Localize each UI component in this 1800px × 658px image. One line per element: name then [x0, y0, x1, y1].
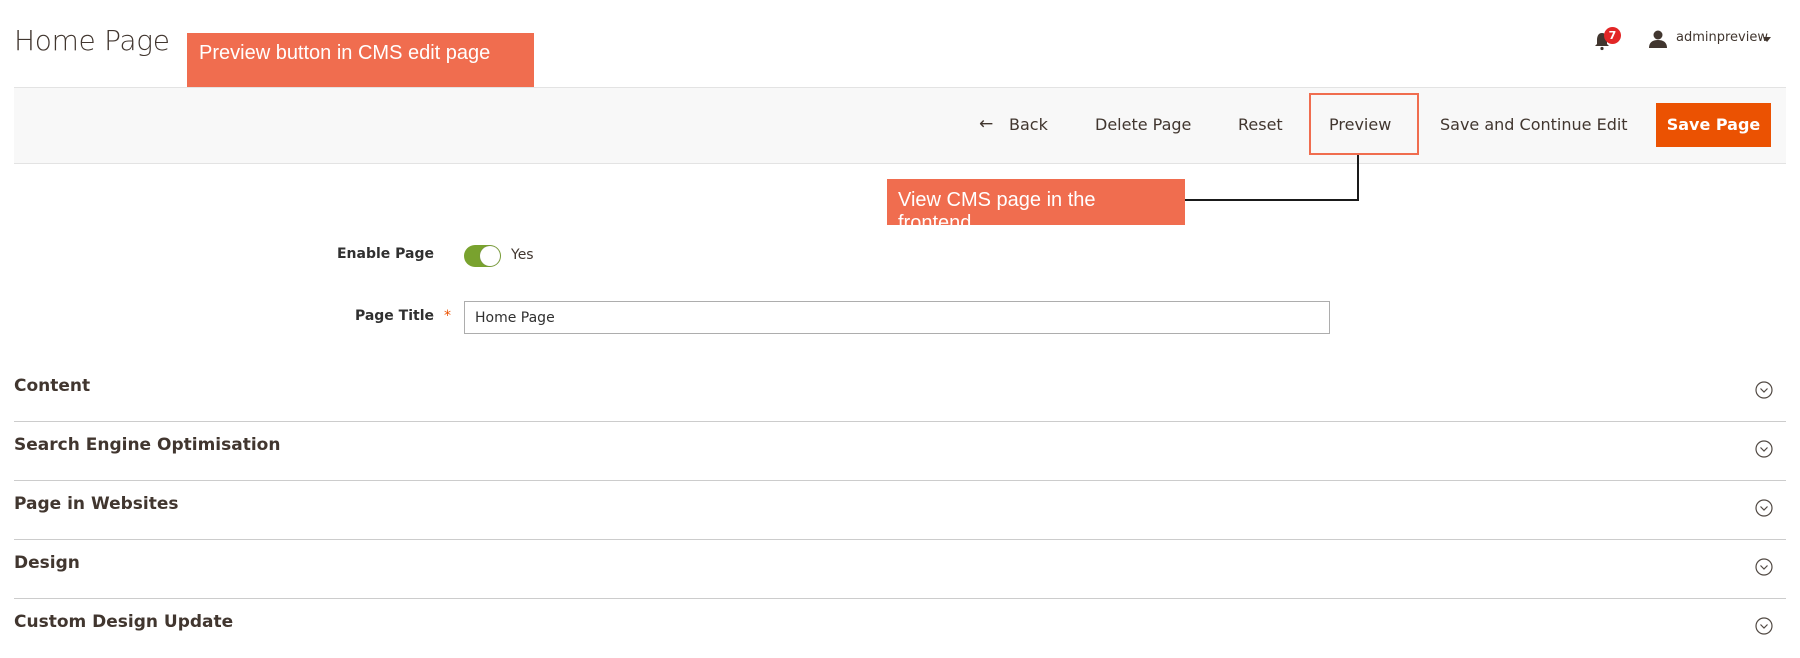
- save-page-button[interactable]: Save Page: [1656, 103, 1771, 147]
- reset-button[interactable]: Reset: [1238, 115, 1283, 134]
- preview-button[interactable]: Preview: [1329, 115, 1391, 134]
- section-title[interactable]: Custom Design Update: [14, 612, 233, 632]
- expand-chevron-icon[interactable]: [1755, 617, 1773, 635]
- page-title-label: Page Title: [354, 308, 434, 324]
- required-asterisk: *: [444, 308, 451, 324]
- delete-page-button[interactable]: Delete Page: [1095, 115, 1191, 134]
- collapsible-section[interactable]: Custom Design Update: [14, 599, 1786, 658]
- annotation-callout-top: Preview button in CMS edit page: [187, 33, 534, 95]
- chevron-down-icon[interactable]: [1763, 37, 1771, 42]
- expand-chevron-icon[interactable]: [1755, 558, 1773, 576]
- enable-page-toggle[interactable]: [464, 245, 501, 267]
- annotation-callout-preview: View CMS page in the frontend: [887, 179, 1185, 234]
- save-and-continue-button[interactable]: Save and Continue Edit: [1440, 115, 1628, 134]
- notifications-count-badge[interactable]: 7: [1604, 27, 1621, 44]
- page-title-input[interactable]: [464, 301, 1330, 334]
- arrow-left-icon[interactable]: ←: [979, 114, 993, 134]
- user-account-menu[interactable]: adminpreview: [1676, 30, 1768, 45]
- collapsible-section[interactable]: Search Engine Optimisation: [14, 422, 1786, 481]
- section-title[interactable]: Content: [14, 376, 90, 396]
- expand-chevron-icon[interactable]: [1755, 381, 1773, 399]
- annotation-connector-line: [1357, 155, 1359, 201]
- expand-chevron-icon[interactable]: [1755, 499, 1773, 517]
- section-title[interactable]: Search Engine Optimisation: [14, 435, 280, 455]
- enable-page-label: Enable Page: [336, 246, 434, 262]
- toggle-knob: [480, 246, 500, 266]
- page-title: Home Page: [14, 24, 170, 57]
- back-button[interactable]: Back: [1009, 115, 1048, 134]
- expand-chevron-icon[interactable]: [1755, 440, 1773, 458]
- annotation-connector-line: [1185, 199, 1359, 201]
- collapsible-section[interactable]: Design: [14, 540, 1786, 599]
- collapsible-section[interactable]: Page in Websites: [14, 481, 1786, 540]
- user-icon[interactable]: [1648, 29, 1668, 49]
- enable-page-value: Yes: [511, 247, 534, 263]
- collapsible-section[interactable]: Content: [14, 363, 1786, 422]
- section-title[interactable]: Page in Websites: [14, 494, 179, 514]
- section-title[interactable]: Design: [14, 553, 80, 573]
